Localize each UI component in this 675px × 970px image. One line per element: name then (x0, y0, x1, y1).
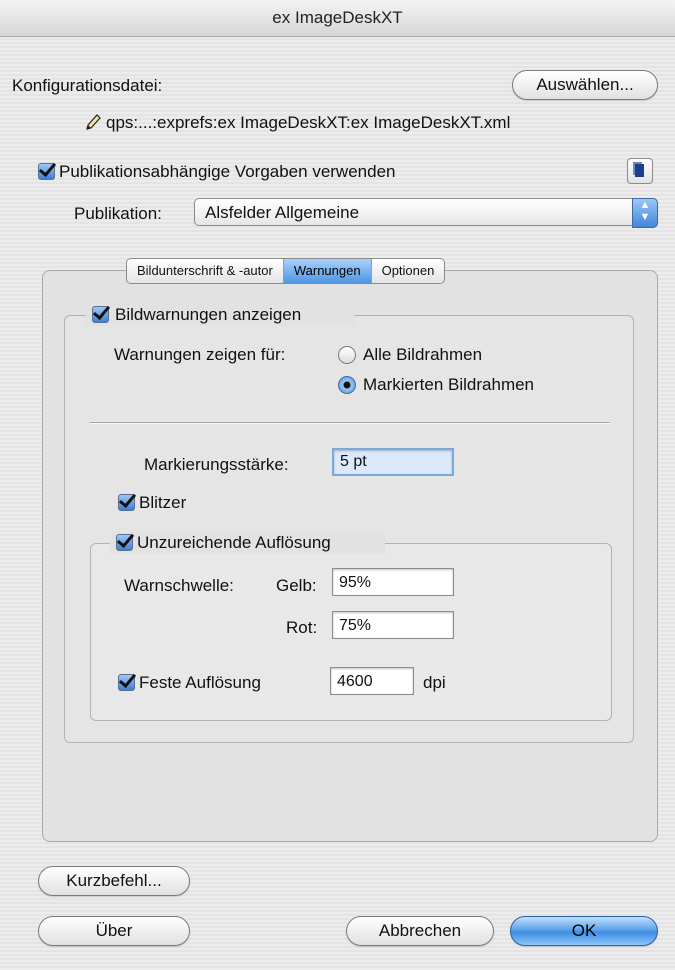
low-resolution-label: Unzureichende Auflösung (137, 533, 331, 552)
fixed-resolution-label: Feste Auflösung (139, 673, 261, 692)
dialog-window: ex ImageDeskXT Konfigurationsdatei: Ausw… (0, 0, 675, 970)
choose-button[interactable]: Auswählen... (512, 70, 658, 100)
tab-options[interactable]: Optionen (371, 259, 445, 283)
publication-label: Publikation: (74, 204, 162, 223)
red-threshold-input[interactable]: 75% (332, 611, 454, 639)
pub-defaults-checkbox[interactable] (38, 163, 55, 180)
tab-warnings[interactable]: Warnungen (283, 259, 372, 283)
pub-defaults-label: Publikationsabhängige Vorgaben verwenden (59, 162, 396, 181)
separator (90, 422, 610, 424)
yellow-label: Gelb: (276, 576, 317, 595)
fixed-resolution-checkbox[interactable] (118, 674, 135, 691)
flash-label: Blitzer (139, 493, 187, 512)
cancel-button[interactable]: Abbrechen (346, 916, 494, 946)
tab-caption-author[interactable]: Bildunterschrift & -autor (127, 259, 284, 283)
select-arrows-icon: ▲ ▼ (632, 198, 658, 228)
radio-all-frames[interactable] (338, 346, 356, 364)
fixed-resolution-input[interactable]: 4600 (330, 667, 414, 695)
radio-all-frames-label: Alle Bildrahmen (363, 345, 483, 364)
flash-checkbox[interactable] (118, 494, 135, 511)
copy-icon[interactable] (627, 158, 653, 184)
low-resolution-checkbox[interactable] (116, 534, 133, 551)
threshold-label: Warnschwelle: (124, 576, 234, 595)
red-label: Rot: (286, 618, 318, 637)
ok-button[interactable]: OK (510, 916, 658, 946)
radio-marked-frames[interactable] (338, 376, 356, 394)
about-button[interactable]: Über (38, 916, 190, 946)
radio-marked-frames-label: Markierten Bildrahmen (363, 375, 535, 394)
yellow-threshold-input[interactable]: 95% (332, 568, 454, 596)
marker-strength-input[interactable]: 5 pt (332, 448, 454, 476)
config-file-path: qps:...:exprefs:ex ImageDeskXT:ex ImageD… (106, 113, 511, 132)
publication-select[interactable]: Alsfelder Allgemeine ▲ ▼ (194, 198, 658, 228)
show-for-label: Warnungen zeigen für: (114, 345, 286, 364)
publication-selected-value: Alsfelder Allgemeine (205, 203, 360, 222)
shortcut-button[interactable]: Kurzbefehl... (38, 866, 190, 896)
config-file-label: Konfigurationsdatei: (12, 76, 163, 95)
pencil-icon (85, 113, 101, 131)
tab-bar: Bildunterschrift & -autor Warnungen Opti… (126, 258, 446, 284)
dpi-unit-label: dpi (423, 673, 446, 692)
window-title: ex ImageDeskXT (0, 0, 675, 37)
show-warnings-checkbox[interactable] (92, 306, 109, 323)
show-warnings-label: Bildwarnungen anzeigen (115, 305, 302, 324)
marker-strength-label: Markierungsstärke: (144, 455, 289, 474)
